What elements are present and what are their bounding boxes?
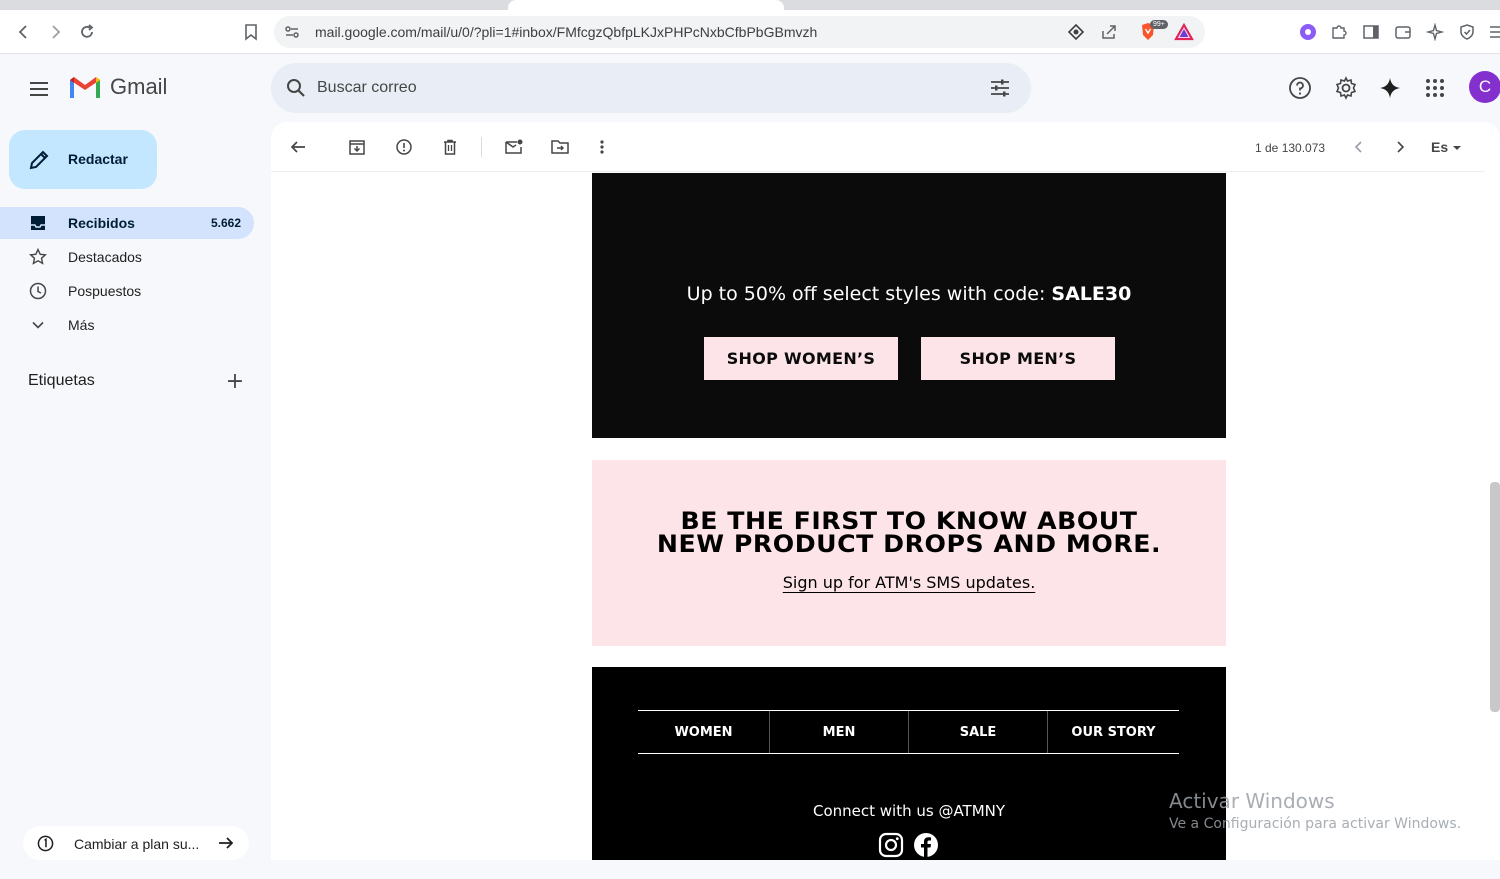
offer-text: Up to 50% off select styles with code: S… <box>592 283 1226 305</box>
shop-womens-button[interactable]: SHOP WOMEN’S <box>704 337 898 380</box>
footer-link-men[interactable]: MEN <box>770 711 909 753</box>
bookmark-icon[interactable] <box>239 20 263 44</box>
move-to-icon[interactable] <box>549 136 571 158</box>
upgrade-plan-label: Cambiar a plan su... <box>74 836 200 852</box>
sidebar-item-more[interactable]: Más <box>0 309 254 341</box>
sidebar-item-label: Pospuestos <box>68 283 142 299</box>
caret-down-icon <box>1453 146 1462 150</box>
compose-button[interactable]: Redactar <box>9 130 157 189</box>
labels-heading: Etiquetas <box>28 372 95 389</box>
add-label-icon[interactable]: + <box>224 369 246 394</box>
footer-link-our-story[interactable]: OUR STORY <box>1048 711 1179 753</box>
vpn-shield-icon[interactable] <box>1455 20 1479 44</box>
brave-rewards-icon[interactable] <box>1172 20 1196 44</box>
promo-banner: Up to 50% off select styles with code: S… <box>592 173 1226 438</box>
toolbar-divider <box>481 137 482 157</box>
compose-label: Redactar <box>68 151 128 167</box>
sms-signup-link[interactable]: Sign up for ATM's SMS updates. <box>783 573 1036 592</box>
sidebar-item-label: Más <box>68 317 95 333</box>
delete-icon[interactable] <box>439 136 461 158</box>
sms-signup-banner: BE THE FIRST TO KNOW ABOUT NEW PRODUCT D… <box>592 460 1226 646</box>
sms-headline: BE THE FIRST TO KNOW ABOUT NEW PRODUCT D… <box>576 509 1242 558</box>
pencil-icon <box>29 150 49 170</box>
footer-nav: WOMEN MEN SALE OUR STORY <box>638 710 1179 754</box>
bottom-strip <box>0 860 1500 879</box>
star-icon <box>28 247 48 267</box>
report-spam-icon[interactable] <box>393 136 415 158</box>
pagination-text: 1 de 130.073 <box>1255 141 1326 155</box>
message-toolbar: 1 de 130.073 Es <box>271 122 1485 172</box>
newer-chevron-left-icon[interactable] <box>1348 136 1370 158</box>
gemini-sparkle-icon[interactable] <box>1376 74 1404 102</box>
shop-mens-button[interactable]: SHOP MEN’S <box>921 337 1115 380</box>
main-menu-icon[interactable] <box>23 73 55 105</box>
footer-link-sale[interactable]: SALE <box>909 711 1048 753</box>
gmail-brand-text: Gmail <box>110 74 168 99</box>
browser-tab-strip <box>0 0 1500 10</box>
chevron-down-icon <box>28 315 48 335</box>
gmail-logo[interactable]: Gmail <box>68 74 167 100</box>
back-to-inbox-icon[interactable] <box>287 136 309 158</box>
url-text[interactable]: mail.google.com/mail/u/0/?pli=1#inbox/FM… <box>315 24 817 40</box>
older-chevron-right-icon[interactable] <box>1389 136 1411 158</box>
arrow-right-icon <box>219 837 234 849</box>
search-bar[interactable] <box>271 63 1031 113</box>
sidebar-toggle-icon[interactable] <box>1359 20 1383 44</box>
sms-signup-link-row: Sign up for ATM's SMS updates. <box>592 573 1226 592</box>
search-icon[interactable] <box>285 77 307 99</box>
account-avatar[interactable]: C <box>1469 71 1500 103</box>
windows-activation-subtitle: Ve a Configuración para activar Windows. <box>1169 816 1462 832</box>
sms-headline-line-2: NEW PRODUCT DROPS AND MORE. <box>656 530 1162 558</box>
sidebar-item-label: Destacados <box>68 249 142 265</box>
extension-purple-icon[interactable] <box>1296 20 1320 44</box>
gmail-m-icon <box>70 77 100 98</box>
mark-unread-icon[interactable] <box>503 136 525 158</box>
info-circle-icon <box>37 835 54 852</box>
offer-description: Up to 50% off select styles with code: <box>686 283 1052 305</box>
back-icon[interactable] <box>12 20 36 44</box>
sidebar-item-label: Recibidos <box>68 215 135 231</box>
sidebar-item-starred[interactable]: Destacados <box>0 241 254 273</box>
sidebar-item-inbox[interactable]: Recibidos 5.662 <box>0 207 254 239</box>
message-view: 1 de 130.073 Es Up to 50% off select sty… <box>271 122 1500 860</box>
help-icon[interactable] <box>1286 74 1314 102</box>
site-settings-icon[interactable] <box>280 20 304 44</box>
footer-link-women[interactable]: WOMEN <box>638 711 770 753</box>
share-icon[interactable] <box>1097 20 1121 44</box>
instagram-icon[interactable] <box>878 832 904 858</box>
forward-icon[interactable] <box>43 20 67 44</box>
facebook-icon[interactable] <box>913 832 939 858</box>
sidebar-item-snoozed[interactable]: Pospuestos <box>0 275 254 307</box>
upgrade-plan-button[interactable]: Cambiar a plan su... <box>23 826 249 860</box>
address-bar[interactable]: mail.google.com/mail/u/0/?pli=1#inbox/FM… <box>274 16 1205 48</box>
page-scrollbar[interactable] <box>1490 482 1500 712</box>
active-browser-tab[interactable] <box>508 0 784 10</box>
unread-count: 5.662 <box>210 216 241 230</box>
leo-ai-icon[interactable] <box>1423 20 1447 44</box>
more-options-icon[interactable] <box>591 136 613 158</box>
email-footer: WOMEN MEN SALE OUR STORY Connect with us… <box>592 667 1226 860</box>
connect-text: Connect with us @ATMNY <box>812 802 1006 820</box>
notification-badge: 99+ <box>1150 20 1168 29</box>
clock-icon <box>28 281 48 301</box>
search-input[interactable] <box>317 76 917 100</box>
puzzle-icon[interactable] <box>1327 20 1351 44</box>
input-tools-language[interactable]: Es <box>1431 139 1462 155</box>
search-options-icon[interactable] <box>989 77 1011 99</box>
archive-icon[interactable] <box>346 136 368 158</box>
apps-grid-icon[interactable] <box>1421 74 1449 102</box>
settings-gear-icon[interactable] <box>1332 74 1360 102</box>
language-label: Es <box>1431 139 1449 155</box>
inbox-icon <box>28 213 48 233</box>
browser-toolbar: mail.google.com/mail/u/0/?pli=1#inbox/FM… <box>0 10 1500 54</box>
promo-code: SALE30 <box>1051 283 1132 305</box>
lens-icon[interactable] <box>1064 20 1088 44</box>
reload-icon[interactable] <box>75 20 99 44</box>
wallet-icon[interactable] <box>1391 20 1415 44</box>
windows-activation-title: Activar Windows <box>1169 789 1335 813</box>
browser-menu-icon[interactable] <box>1484 20 1500 44</box>
